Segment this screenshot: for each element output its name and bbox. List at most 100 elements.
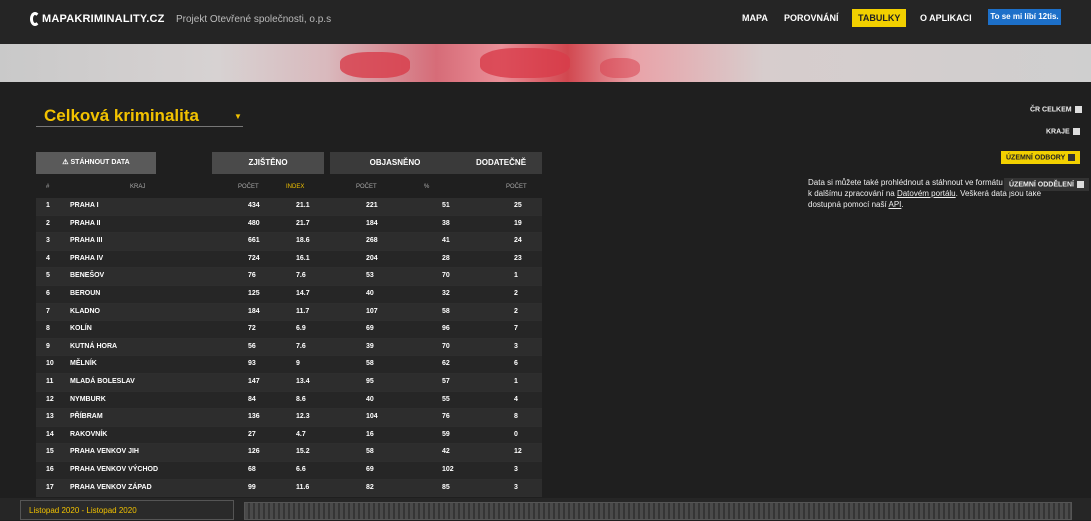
cell-percent: 41	[442, 237, 450, 245]
cell-zjisteno-pocet: 147	[248, 377, 260, 385]
cell-kraj: RAKOVNÍK	[70, 430, 108, 438]
table-row[interactable]: 7 KLADNO 184 11.7 107 58 2	[36, 303, 542, 322]
cell-zjisteno-pocet: 99	[248, 483, 256, 491]
cell-percent: 32	[442, 289, 450, 297]
table-row[interactable]: 8 KOLÍN 72 6.9 69 96 7	[36, 321, 542, 339]
dropdown-arrow-icon[interactable]: ▼	[234, 112, 242, 121]
uzemni-odbory-button[interactable]: ÚZEMNÍ ODBORY	[1001, 151, 1081, 165]
cell-dodatecne-pocet: 23	[514, 254, 522, 262]
col-zjisteno-pocet[interactable]: POČET	[238, 184, 259, 190]
col-kraj[interactable]: KRAJ	[130, 184, 145, 190]
cell-rank: 5	[46, 272, 50, 280]
cell-dodatecne-pocet: 0	[514, 430, 518, 438]
cell-kraj: KLADNO	[70, 307, 100, 315]
table-row[interactable]: 4 PRAHA IV 724 16.1 204 28 23	[36, 250, 542, 269]
cell-dodatecne-pocet: 6	[514, 360, 518, 368]
col-percent[interactable]: %	[424, 184, 429, 190]
col-objasneno-pocet[interactable]: POČET	[356, 184, 377, 190]
cell-dodatecne-pocet: 7	[514, 325, 518, 333]
table-row[interactable]: 15 PRAHA VENKOV JIH 126 15.2 58 42 12	[36, 444, 542, 462]
cell-kraj: PRAHA IV	[70, 254, 104, 262]
table-row[interactable]: 16 PRAHA VENKOV VÝCHOD 68 6.6 69 102 3	[36, 461, 542, 480]
logo-icon	[30, 12, 40, 26]
table-row[interactable]: 11 MLADÁ BOLESLAV 147 13.4 95 57 1	[36, 373, 542, 392]
col-index[interactable]: INDEX	[286, 184, 304, 190]
cell-rank: 6	[46, 289, 50, 297]
cell-dodatecne-pocet: 3	[514, 465, 518, 473]
cell-dodatecne-pocet: 25	[514, 202, 522, 209]
api-link[interactable]: API	[889, 200, 902, 209]
cell-index: 21.1	[296, 202, 310, 209]
top-bar: MAPAKRIMINALITY.CZ Projekt Otevřené spol…	[0, 0, 1091, 44]
table-row[interactable]: 3 PRAHA III 661 18.6 268 41 24	[36, 233, 542, 251]
cell-kraj: BEROUN	[70, 289, 101, 297]
cell-kraj: PRAHA II	[70, 219, 101, 227]
nav-mapa[interactable]: MAPA	[742, 13, 768, 23]
cell-zjisteno-pocet: 184	[248, 307, 260, 315]
cell-zjisteno-pocet: 661	[248, 237, 260, 245]
table-row[interactable]: 6 BEROUN 125 14.7 40 32 2	[36, 285, 542, 304]
cell-zjisteno-pocet: 126	[248, 448, 260, 456]
cell-index: 6.6	[296, 465, 306, 473]
title-underline	[36, 126, 243, 127]
table-group-header: ⚠ STÁHNOUT DATA ZJIŠTĚNO OBJASNĚNO DODAT…	[36, 152, 542, 174]
cell-rank: 4	[46, 254, 50, 262]
cell-kraj: PRAHA III	[70, 237, 103, 245]
cell-index: 14.7	[296, 289, 310, 297]
period-selector[interactable]: Listopad 2020 - Listopad 2020	[20, 500, 234, 520]
cell-percent: 59	[442, 430, 450, 438]
cell-kraj: PRAHA VENKOV VÝCHOD	[70, 465, 159, 473]
cell-zjisteno-pocet: 27	[248, 430, 256, 438]
table-row[interactable]: 9 KUTNÁ HORA 56 7.6 39 70 3	[36, 338, 542, 357]
cell-index: 11.6	[296, 483, 310, 491]
cell-zjisteno-pocet: 125	[248, 289, 260, 297]
cell-index: 13.4	[296, 377, 310, 385]
cell-kraj: PRAHA VENKOV ZÁPAD	[70, 483, 152, 491]
page-title[interactable]: Celková kriminalita	[44, 106, 199, 126]
table-row[interactable]: 12 NYMBURK 84 8.6 40 55 4	[36, 391, 542, 410]
table-row[interactable]: 14 RAKOVNÍK 27 4.7 16 59 0	[36, 426, 542, 445]
table-row[interactable]: 17 PRAHA VENKOV ZÁPAD 99 11.6 82 85 3	[36, 479, 542, 498]
cell-index: 7.6	[296, 272, 306, 280]
kraje-button[interactable]: KRAJE	[1046, 128, 1080, 135]
col-rank[interactable]: #	[46, 184, 49, 190]
table-row[interactable]: 5 BENEŠOV 76 7.6 53 70 1	[36, 268, 542, 286]
cell-index: 16.1	[296, 254, 310, 262]
table-row[interactable]: 13 PŘÍBRAM 136 12.3 104 76 8	[36, 409, 542, 427]
cell-objasneno-pocet: 107	[366, 307, 378, 315]
cell-dodatecne-pocet: 3	[514, 483, 518, 491]
cell-index: 21.7	[296, 219, 310, 227]
cell-kraj: MĚLNÍK	[70, 360, 97, 368]
project-link[interactable]: Projekt Otevřené společnosti, o.p.s	[176, 14, 331, 25]
cell-kraj: KUTNÁ HORA	[70, 342, 118, 350]
group-zjisteno: ZJIŠTĚNO	[212, 152, 324, 174]
cell-objasneno-pocet: 39	[366, 342, 374, 350]
cell-rank: 15	[46, 448, 54, 456]
cell-objasneno-pocet: 58	[366, 360, 374, 368]
logo-text: MAPAKRIMINALITY.CZ	[42, 12, 165, 25]
table-row[interactable]: 10 MĚLNÍK 93 9 58 62 6	[36, 356, 542, 374]
cell-kraj: MLADÁ BOLESLAV	[70, 377, 135, 385]
nav-porovnani[interactable]: POROVNÁNÍ	[784, 13, 839, 23]
cell-zjisteno-pocet: 68	[248, 465, 256, 473]
table-column-header: # KRAJ POČET INDEX POČET % POČET	[36, 182, 542, 194]
cell-kraj: BENEŠOV	[70, 272, 105, 280]
table-row[interactable]: 2 PRAHA II 480 21.7 184 38 19	[36, 215, 542, 234]
uzemni-oddeleni-button[interactable]: ÚZEMNÍ ODDĚLENÍ	[1004, 178, 1089, 192]
facebook-like-button[interactable]: To se mi líbí 12tis.	[988, 9, 1061, 25]
cell-objasneno-pocet: 58	[366, 448, 374, 456]
cell-rank: 8	[46, 325, 50, 333]
cell-objasneno-pocet: 104	[366, 413, 378, 421]
col-dodatecne-pocet[interactable]: POČET	[506, 184, 527, 190]
timeline-slider[interactable]	[244, 502, 1072, 520]
data-portal-link[interactable]: Datovém portálu	[897, 189, 956, 198]
cr-celkem-button[interactable]: ČR CELKEM	[1030, 106, 1082, 113]
export-data-button[interactable]: ⚠ STÁHNOUT DATA	[36, 152, 156, 174]
checkbox-icon	[1072, 128, 1080, 135]
nav-tabulky[interactable]: TABULKY	[852, 9, 907, 27]
nav-o-aplikaci[interactable]: O APLIKACI	[920, 13, 972, 23]
table-row[interactable]: 1 PRAHA I 434 21.1 221 51 25	[36, 198, 542, 216]
site-logo[interactable]: MAPAKRIMINALITY.CZ	[30, 12, 165, 26]
cell-percent: 62	[442, 360, 450, 368]
checkbox-icon	[1076, 181, 1084, 188]
